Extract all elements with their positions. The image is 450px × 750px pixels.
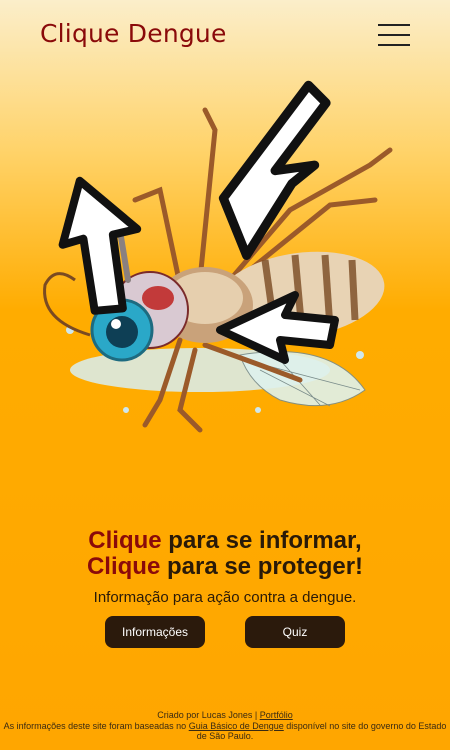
headline-accent-2: Clique — [86, 553, 161, 580]
quiz-button[interactable]: Quiz — [245, 616, 345, 648]
brand-logo-text[interactable]: Clique Dengue — [40, 19, 227, 48]
cursor-arrow-icon — [218, 80, 331, 260]
footer-credit-text: Criado por Lucas Jones | — [157, 710, 260, 720]
footer-credit: Criado por Lucas Jones | Portfólio — [0, 710, 450, 721]
tagline: Informação para ação contra a dengue. — [93, 589, 357, 606]
headline-text-2: para se proteger! — [160, 553, 364, 580]
hero-headline: Clique para se informar, Clique para se … — [0, 528, 450, 580]
hero-illustration — [30, 70, 420, 450]
dengue-guide-link[interactable]: Guia Básico de Dengue — [189, 721, 284, 731]
headline-text-1: para se informar, — [161, 527, 362, 554]
footer-source-text: As informações deste site foram baseadas… — [3, 720, 189, 731]
headline-accent-1: Clique — [88, 527, 162, 554]
info-button[interactable]: Informações — [105, 616, 205, 648]
footer-source: As informações deste site foram baseadas… — [0, 721, 450, 742]
mosquito-illustration — [43, 80, 393, 433]
hamburger-menu-icon[interactable] — [378, 22, 412, 48]
site-header: Clique Dengue — [0, 0, 450, 70]
portfolio-link[interactable]: Portfólio — [260, 710, 293, 720]
site-footer: Criado por Lucas Jones | Portfólio As in… — [0, 710, 450, 742]
